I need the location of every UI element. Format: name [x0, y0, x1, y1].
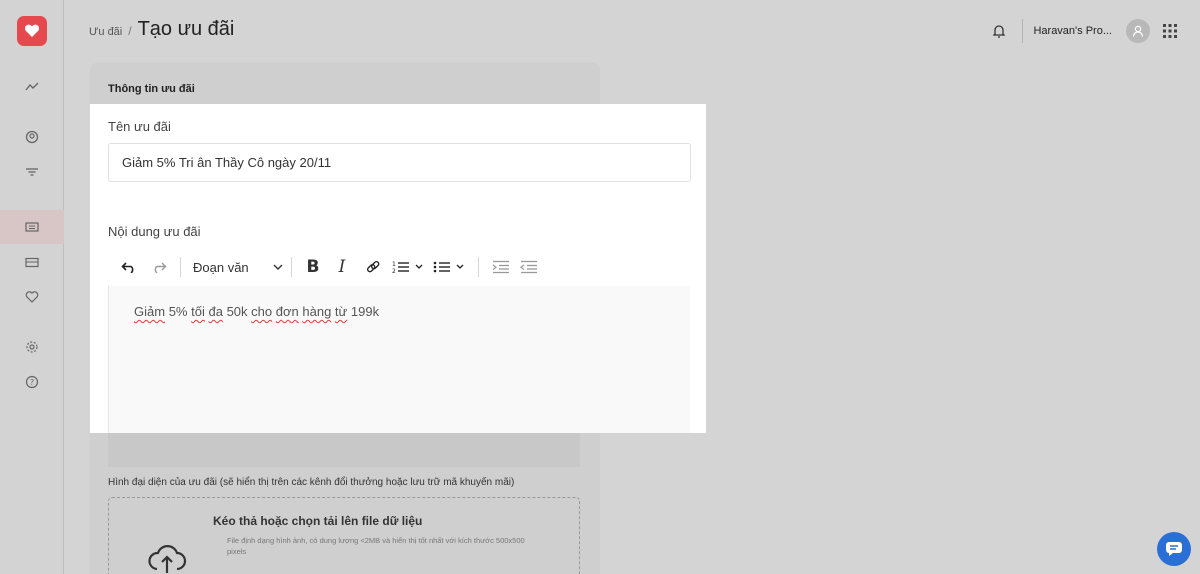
promotion-name-label: Tên ưu đãi — [108, 119, 171, 134]
dropzone-title: Kéo thả hoặc chọn tải lên file dữ liệu — [213, 514, 423, 528]
editor-word: từ — [334, 304, 348, 319]
paragraph-style-value: Đoạn văn — [193, 259, 249, 275]
promotion-name-input[interactable]: Giảm 5% Tri ân Thầy Cô ngày 20/11 — [108, 143, 691, 182]
paragraph-style-select[interactable]: Đoạn văn — [189, 260, 283, 275]
grid-icon — [1163, 24, 1177, 38]
redo-button[interactable] — [146, 261, 172, 273]
notifications-button[interactable] — [984, 24, 1014, 38]
help-icon: ? — [25, 375, 39, 389]
content-editor[interactable]: Giảm 5% tối đa 50k cho đơn hàng từ 199k — [108, 286, 690, 433]
editor-word: hàng — [302, 304, 332, 319]
bulleted-list-button[interactable] — [430, 260, 470, 274]
editor-word: đơn — [275, 304, 299, 319]
editor-word: 5% — [168, 304, 188, 319]
chat-support-button[interactable] — [1157, 532, 1191, 566]
toolbar-separator — [180, 257, 181, 277]
sidebar-item-customers[interactable] — [0, 120, 64, 154]
image-dropzone[interactable]: Kéo thả hoặc chọn tải lên file dữ liệu F… — [108, 497, 580, 574]
link-icon — [366, 260, 380, 273]
heart-icon — [25, 291, 39, 303]
content-editor-text: Giảm 5% tối đa 50k cho đơn hàng từ 199k — [134, 304, 379, 319]
top-header: Ưu đãi / Tạo ưu đãi Haravan's Pro... — [64, 0, 1200, 62]
outdent-icon — [520, 260, 537, 274]
sidebar-item-filter[interactable] — [0, 155, 64, 189]
store-name[interactable]: Haravan's Pro... — [1033, 25, 1112, 37]
bell-icon — [993, 25, 1006, 38]
page-title: Tạo ưu đãi — [137, 18, 235, 40]
promotion-form-panel: Tên ưu đãi Giảm 5% Tri ân Thầy Cô ngày 2… — [90, 104, 706, 433]
indent-icon — [492, 260, 509, 274]
user-icon — [1132, 25, 1144, 37]
sidebar-item-help[interactable]: ? — [0, 365, 64, 399]
sidebar-item-mail[interactable] — [0, 245, 64, 279]
toolbar-separator — [291, 257, 292, 277]
italic-icon: I — [338, 257, 346, 277]
undo-icon — [121, 262, 134, 273]
indent-button[interactable] — [487, 260, 515, 274]
sidebar-item-analytics[interactable] — [0, 70, 64, 104]
settings-icon — [26, 341, 38, 353]
editor-word: tối — [191, 304, 205, 319]
breadcrumb-parent-link[interactable]: Ưu đãi — [89, 26, 122, 38]
sidebar-item-favorites[interactable] — [0, 280, 64, 314]
breadcrumb: Ưu đãi / Tạo ưu đãi — [89, 18, 234, 41]
link-button[interactable] — [358, 259, 388, 275]
bulleted-list-icon — [433, 261, 464, 273]
avatar[interactable] — [1126, 19, 1150, 43]
editor-word: Giảm — [134, 304, 166, 319]
svg-text:2: 2 — [392, 268, 396, 274]
image-field-label: Hình đại diện của ưu đãi (sẽ hiển thị tr… — [108, 477, 515, 488]
dropzone-description: File định dạng hình ảnh, có dung lượng <… — [227, 536, 525, 556]
numbered-list-icon: 12 — [392, 261, 423, 274]
header-divider — [1022, 19, 1024, 43]
toolbar-separator — [478, 257, 479, 277]
app-logo[interactable] — [17, 16, 47, 46]
apps-menu-button[interactable] — [1160, 24, 1180, 38]
breadcrumb-separator: / — [128, 24, 132, 38]
undo-button[interactable] — [118, 261, 140, 273]
bold-button[interactable]: B — [300, 257, 326, 277]
heart-logo-icon — [24, 24, 40, 37]
svg-text:1: 1 — [392, 261, 396, 268]
editor-word: đa — [208, 304, 223, 319]
analytics-icon — [25, 82, 39, 91]
sidebar-item-settings[interactable] — [0, 330, 64, 364]
redo-icon — [154, 262, 167, 273]
filter-icon — [26, 168, 38, 176]
chevron-down-icon — [273, 264, 283, 270]
header-actions: Haravan's Pro... — [984, 16, 1180, 46]
outdent-button[interactable] — [515, 260, 543, 274]
sidebar-item-vouchers[interactable] — [0, 210, 64, 244]
editor-word: cho — [251, 304, 273, 319]
mail-icon — [25, 257, 39, 267]
editor-toolbar: Đoạn văn B I 12 — [118, 254, 543, 280]
card-title: Thông tin ưu đãi — [108, 83, 195, 95]
bold-icon: B — [306, 257, 320, 277]
numbered-list-button[interactable]: 12 — [388, 260, 430, 274]
cloud-upload-icon — [148, 545, 187, 573]
svg-text:?: ? — [30, 378, 34, 387]
chat-icon — [1166, 542, 1182, 556]
sidebar: ? — [0, 0, 64, 574]
promotion-content-label: Nội dung ưu đãi — [108, 224, 201, 239]
italic-button[interactable]: I — [326, 257, 358, 277]
voucher-icon — [25, 222, 39, 232]
editor-word: 199k — [350, 304, 380, 319]
customer-icon — [25, 130, 39, 144]
editor-word: 50k — [226, 304, 248, 319]
